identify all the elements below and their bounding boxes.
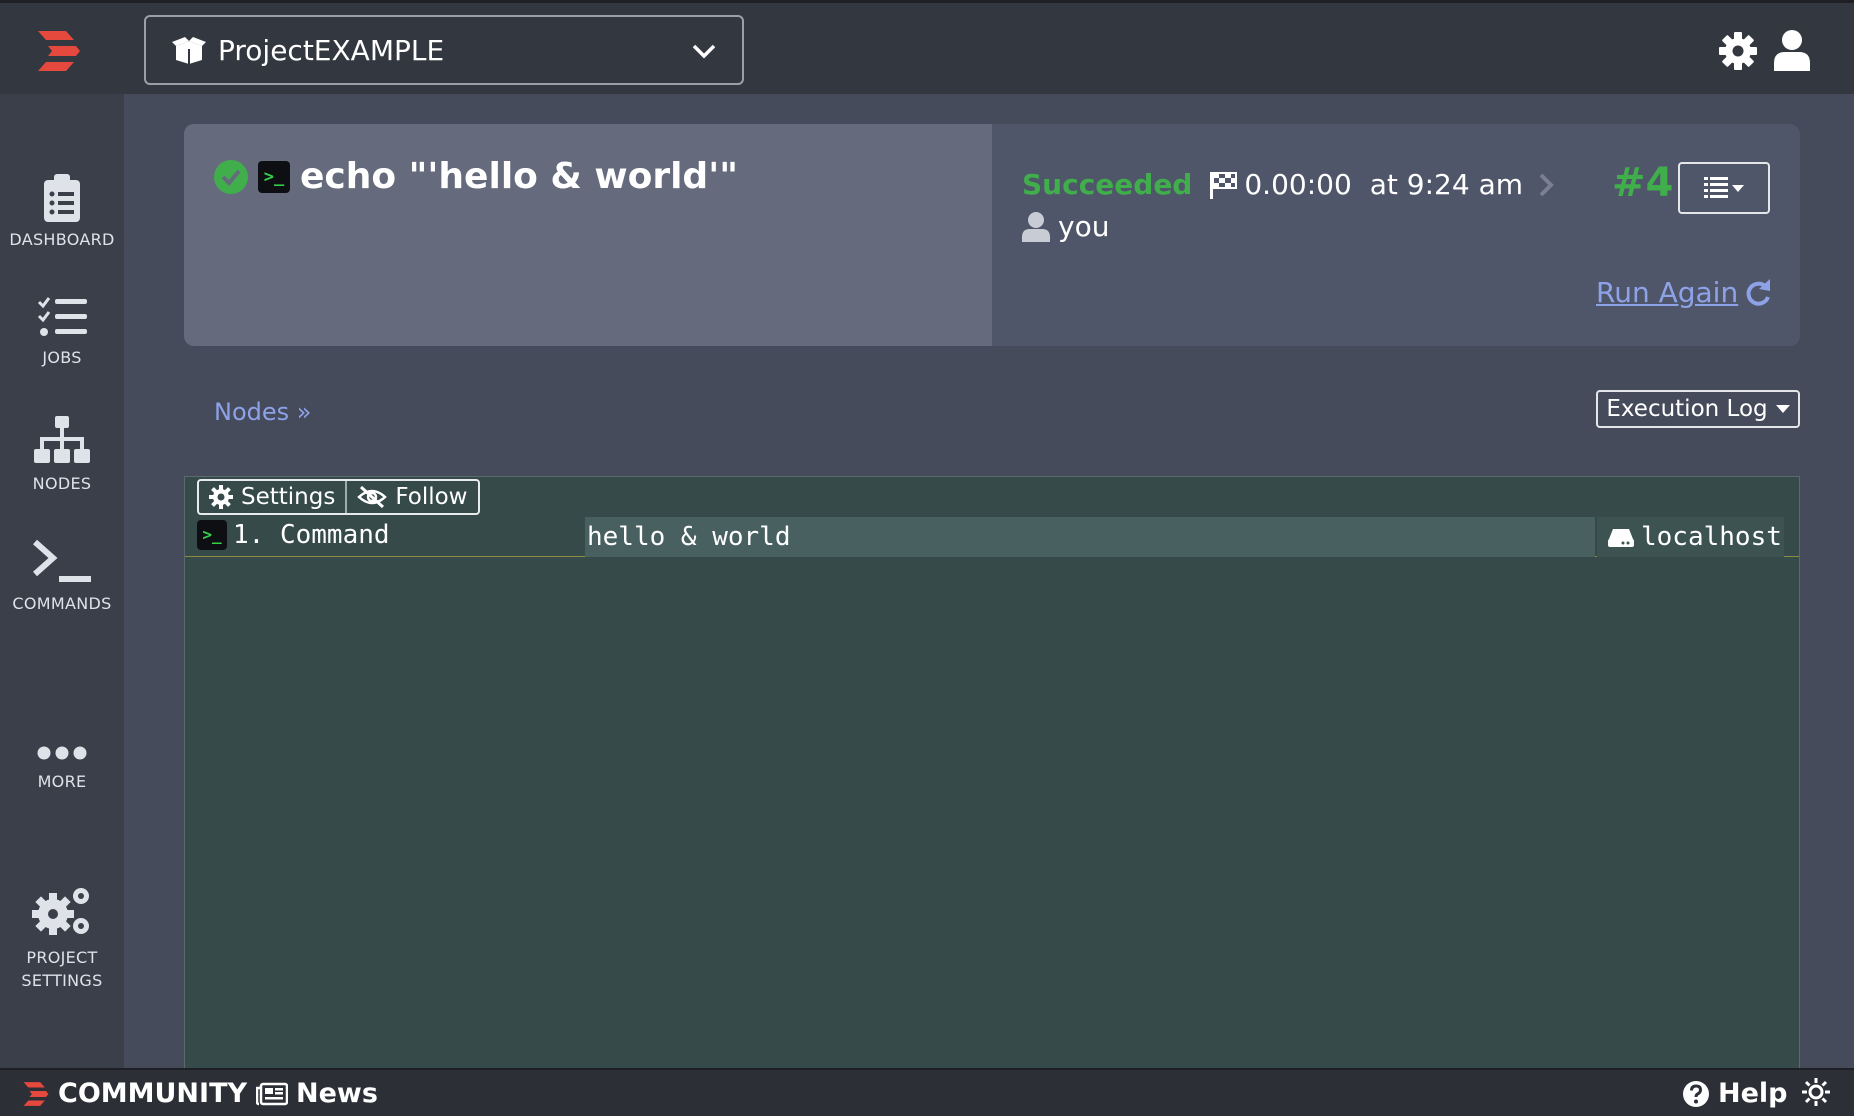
step-label: 1. Command [233,520,390,550]
terminal-icon [33,539,91,582]
sidebar-item-nodes[interactable]: NODES [0,416,124,493]
caret-down-icon [1775,405,1790,413]
rundeck-logo-icon [23,1081,49,1106]
sidebar-item-more[interactable]: MORE [0,742,124,791]
start-time: at 9:24 am [1369,168,1524,201]
top-bar: ProjectEXAMPLE [0,0,1854,94]
execution-log-panel: Settings Follow >_ 1. Command hello & wo… [184,476,1800,1076]
log-node[interactable]: localhost [1597,517,1784,557]
follow-label: Follow [395,484,468,510]
nodes-link[interactable]: Nodes » [214,398,311,426]
sidebar-item-dashboard[interactable]: DASHBOARD [0,174,124,249]
sitemap-icon [34,416,90,463]
redo-icon [1746,278,1771,306]
news-label: News [296,1078,378,1109]
sidebar-item-label: DASHBOARD [9,230,115,249]
status-badge: Succeeded [1022,168,1193,201]
user-icon [1022,211,1050,242]
gear-icon [209,485,233,509]
project-selector[interactable]: ProjectEXAMPLE [144,15,744,85]
checklist-icon [37,297,87,336]
view-mode-dropdown[interactable]: Execution Log [1596,390,1800,428]
execution-number[interactable]: #4 [1612,160,1673,206]
sidebar-item-label: SETTINGS [21,971,103,990]
gears-icon [32,888,89,935]
sidebar-item-label: JOBS [42,348,82,367]
server-icon [1608,529,1634,547]
footer-bar: COMMUNITY News Help [0,1068,1854,1116]
sidebar-item-label: MORE [37,772,87,791]
sidebar-item-project-settings[interactable]: PROJECT SETTINGS [0,886,124,992]
terminal-badge-icon: >_ [258,160,290,193]
execution-title-panel: >_ echo "'hello & world'" [184,124,992,346]
community-link[interactable]: COMMUNITY [22,1078,247,1109]
community-label: COMMUNITY [58,1078,248,1109]
news-link[interactable]: News [256,1078,378,1109]
terminal-badge-icon: >_ [197,520,227,550]
log-toolbar: Settings Follow [197,479,480,515]
node-name: localhost [1641,522,1782,552]
check-circle-icon [214,159,248,194]
project-name: ProjectEXAMPLE [218,33,445,67]
log-follow-button[interactable]: Follow [345,481,477,513]
theme-toggle[interactable] [1802,1078,1838,1106]
duration: 0.00:00 [1244,168,1352,201]
question-circle-icon [1683,1080,1709,1107]
sidebar-item-label: NODES [32,474,92,493]
checkered-flag-icon [1210,171,1238,199]
sidebar-item-commands[interactable]: COMMANDS [0,538,124,613]
sidebar: DASHBOARD JOBS NODES COMMANDS MORE PROJE… [0,94,124,1068]
execution-status-panel: Succeeded 0.00:00 at 9:24 am you #4 Run … [992,124,1800,346]
list-icon [1704,177,1744,198]
run-again-label: Run Again [1596,276,1739,309]
command-text: echo "'hello & world'" [300,156,738,197]
run-again-link[interactable]: Run Again [1596,276,1772,309]
view-mode-label: Execution Log [1606,396,1768,422]
sidebar-item-label: COMMANDS [12,594,112,613]
chevron-right-icon[interactable] [1537,172,1555,198]
status-line: Succeeded 0.00:00 at 9:24 am [1022,168,1555,201]
execution-title: >_ echo "'hello & world'" [214,156,738,197]
box-open-icon [172,37,206,64]
newspaper-icon [256,1082,288,1105]
user-icon[interactable] [1774,29,1810,71]
log-step: >_ 1. Command [197,520,390,550]
chevron-down-icon [692,44,716,59]
gear-icon[interactable] [1718,31,1758,71]
settings-label: Settings [241,484,336,510]
log-row: >_ 1. Command hello & world localhost [185,517,1799,557]
sun-icon [1802,1078,1830,1106]
help-label: Help [1718,1078,1788,1109]
user-name: you [1058,210,1110,243]
execution-user: you [1022,210,1109,243]
sidebar-item-jobs[interactable]: JOBS [0,296,124,367]
log-output-text: hello & world [585,517,1595,557]
more-icon [37,746,87,760]
eye-slash-icon [357,485,388,509]
log-settings-button[interactable]: Settings [199,481,345,513]
execution-actions-button[interactable] [1678,162,1770,214]
rundeck-logo-icon[interactable] [36,29,82,73]
help-link[interactable]: Help [1682,1078,1788,1109]
sidebar-item-label: PROJECT [26,948,98,967]
clipboard-icon [44,174,80,222]
